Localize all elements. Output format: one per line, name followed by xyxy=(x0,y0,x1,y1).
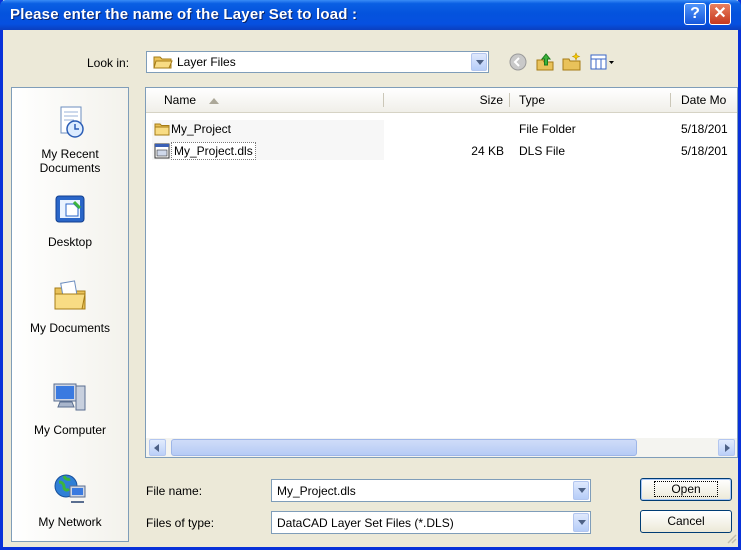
list-header: Name Size Type Date Mo xyxy=(146,88,737,113)
place-label: My Documents xyxy=(29,321,111,335)
place-label: My Computer xyxy=(33,423,107,437)
place-desktop[interactable]: Desktop xyxy=(12,192,128,249)
file-size xyxy=(384,120,504,138)
views-menu-icon[interactable] xyxy=(589,52,615,72)
folder-icon xyxy=(154,123,170,136)
recent-documents-icon xyxy=(60,106,84,138)
file-name: My_Project xyxy=(171,122,232,136)
place-recent-documents[interactable]: My Recent Documents xyxy=(12,104,128,175)
my-network-icon xyxy=(54,474,86,503)
place-label: Desktop xyxy=(47,235,93,249)
resize-grip-icon[interactable] xyxy=(725,532,737,544)
column-name-label: Name xyxy=(164,93,197,107)
chevron-left-icon xyxy=(154,444,159,452)
open-button-label: Open xyxy=(654,481,718,497)
file-date: 5/18/201 xyxy=(681,122,728,136)
sort-ascending-icon xyxy=(209,97,220,104)
column-date-label: Date Mo xyxy=(681,93,727,107)
lookin-dropdown[interactable]: Layer Files xyxy=(146,51,489,73)
lookin-label: Look in: xyxy=(87,56,130,70)
chevron-down-icon[interactable] xyxy=(471,53,487,71)
place-my-network[interactable]: My Network xyxy=(12,472,128,529)
places-bar: My Recent Documents Desktop My Documents xyxy=(11,87,129,542)
file-row[interactable]: My_Project.dls 24 KB DLS File 5/18/201 xyxy=(146,142,737,160)
filename-value: My_Project.dls xyxy=(277,484,356,498)
file-size: 24 KB xyxy=(471,144,504,158)
lookin-value: Layer Files xyxy=(177,55,236,69)
file-date: 5/18/201 xyxy=(681,144,728,158)
desktop-icon xyxy=(55,195,85,223)
back-icon[interactable] xyxy=(508,52,528,72)
scroll-thumb[interactable] xyxy=(171,439,637,456)
file-type: DLS File xyxy=(519,144,566,158)
column-header-name[interactable]: Name xyxy=(164,88,220,112)
my-computer-icon xyxy=(53,383,86,411)
column-divider[interactable] xyxy=(670,93,671,107)
new-folder-icon[interactable] xyxy=(562,52,582,72)
file-row[interactable]: My_Project File Folder 5/18/201 xyxy=(146,120,737,138)
column-size-label: Size xyxy=(479,93,503,107)
column-divider[interactable] xyxy=(509,93,510,107)
place-my-computer[interactable]: My Computer xyxy=(12,380,128,437)
file-type: File Folder xyxy=(519,122,576,136)
close-button[interactable]: ✕ xyxy=(709,3,731,25)
cancel-button-label: Cancel xyxy=(667,514,705,528)
place-label: My Network xyxy=(38,515,102,529)
folder-open-icon xyxy=(153,56,173,69)
cancel-button[interactable]: Cancel xyxy=(640,510,732,533)
scroll-right-button[interactable] xyxy=(718,439,735,456)
filetype-label: Files of type: xyxy=(146,516,215,530)
scroll-left-button[interactable] xyxy=(149,439,166,456)
my-documents-icon xyxy=(54,280,86,310)
title-bar: Please enter the name of the Layer Set t… xyxy=(0,0,741,30)
column-header-size[interactable]: Size xyxy=(384,88,503,112)
open-dialog: Please enter the name of the Layer Set t… xyxy=(0,0,741,550)
dialog-title: Please enter the name of the Layer Set t… xyxy=(10,6,358,23)
chevron-right-icon xyxy=(725,444,730,452)
chevron-down-icon[interactable] xyxy=(573,481,589,500)
filetype-value: DataCAD Layer Set Files (*.DLS) xyxy=(277,516,454,530)
filetype-dropdown[interactable]: DataCAD Layer Set Files (*.DLS) xyxy=(271,511,591,534)
filename-input[interactable]: My_Project.dls xyxy=(271,479,591,502)
chevron-down-icon[interactable] xyxy=(573,513,589,532)
dls-file-icon xyxy=(154,143,170,159)
file-name: My_Project.dls xyxy=(171,142,256,160)
file-list[interactable]: Name Size Type Date Mo My_Project File F… xyxy=(145,87,738,458)
open-button[interactable]: Open xyxy=(640,478,732,501)
column-header-date[interactable]: Date Mo xyxy=(681,88,726,112)
help-button[interactable]: ? xyxy=(684,3,706,25)
column-header-type[interactable]: Type xyxy=(519,88,545,112)
up-folder-icon[interactable] xyxy=(535,52,555,72)
column-type-label: Type xyxy=(519,93,546,107)
place-label: My Recent Documents xyxy=(39,147,101,175)
filename-label: File name: xyxy=(146,484,203,498)
place-my-documents[interactable]: My Documents xyxy=(12,278,128,335)
horizontal-scrollbar[interactable] xyxy=(146,438,737,457)
